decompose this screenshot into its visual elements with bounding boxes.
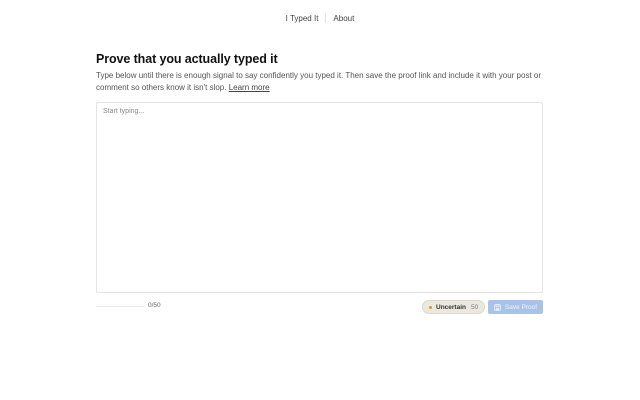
- nav-divider: [325, 13, 327, 23]
- save-button-label: Save Proof: [504, 303, 538, 311]
- page-description: Type below until there is enough signal …: [96, 70, 546, 94]
- nav-brand-link[interactable]: I Typed It: [286, 14, 319, 23]
- status-score: 50: [470, 303, 479, 311]
- nav-about-link[interactable]: About: [333, 14, 354, 23]
- typing-area[interactable]: [96, 102, 543, 293]
- character-counter: 0/50: [148, 302, 161, 309]
- status-badge: Uncertain 50: [422, 300, 486, 314]
- progress-bar: [96, 306, 144, 307]
- status-label: Uncertain: [436, 303, 466, 311]
- status-dot-icon: [429, 305, 432, 309]
- learn-more-link[interactable]: Learn more: [229, 83, 270, 92]
- page-title: Prove that you actually typed it: [96, 52, 278, 66]
- top-nav: I Typed It About: [0, 12, 640, 24]
- save-proof-button[interactable]: Save Proof: [488, 300, 543, 314]
- save-icon: [494, 303, 501, 311]
- description-text: Type below until there is enough signal …: [96, 71, 542, 92]
